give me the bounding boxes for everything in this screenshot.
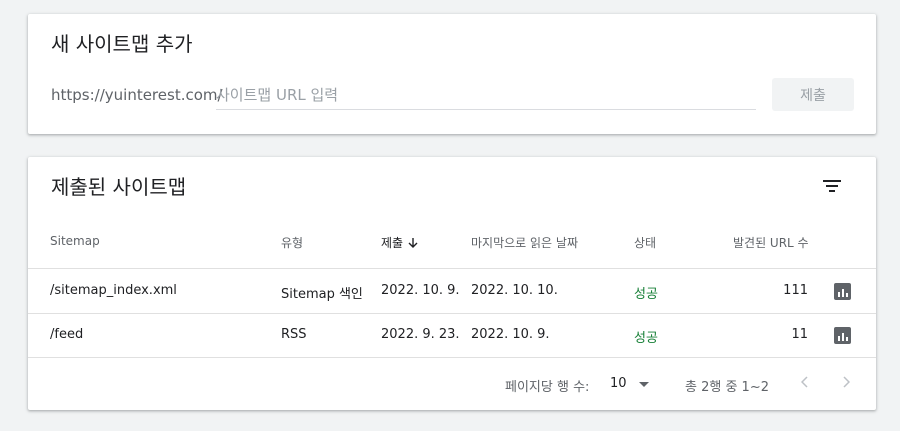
status-badge: 성공: [634, 287, 658, 302]
next-page-button[interactable]: [838, 374, 854, 390]
column-header-discovered[interactable]: 발견된 URL 수: [733, 234, 809, 251]
add-sitemap-title: 새 사이트맵 추가: [51, 32, 193, 56]
divider: [28, 313, 876, 314]
sitemap-url-input[interactable]: [216, 83, 756, 110]
rows-per-page-value: 10: [610, 376, 627, 391]
column-header-last-read[interactable]: 마지막으로 읽은 날짜: [471, 234, 578, 251]
pagination-range: 총 2행 중 1~2: [685, 380, 769, 395]
filter-button[interactable]: [820, 174, 844, 198]
sitemap-type: Sitemap 색인: [281, 287, 363, 302]
url-prefix: https://yuinterest.com/: [51, 86, 223, 104]
sitemap-path: /feed: [50, 327, 84, 342]
chevron-right-icon: [843, 376, 850, 388]
arrow-down-icon: [408, 238, 418, 248]
divider: [28, 357, 876, 358]
column-header-submitted[interactable]: 제출: [381, 234, 419, 251]
add-sitemap-card: 새 사이트맵 추가 https://yuinterest.com/ 제출: [28, 14, 876, 134]
status-badge: 성공: [634, 331, 658, 346]
report-chart-icon[interactable]: [834, 283, 851, 300]
column-header-status[interactable]: 상태: [634, 234, 656, 251]
previous-page-button[interactable]: [797, 374, 813, 390]
report-chart-icon[interactable]: [834, 327, 851, 344]
sitemap-path: /sitemap_index.xml: [50, 283, 177, 298]
submitted-date: 2022. 10. 9.: [381, 283, 460, 298]
discovered-count: 11: [791, 327, 808, 342]
rows-per-page-label: 페이지당 행 수:: [505, 380, 590, 395]
submitted-sitemaps-card: 제출된 사이트맵 Sitemap 유형 제출 마지막으로 읽은 날짜 상태 발견…: [28, 157, 876, 410]
column-header-type[interactable]: 유형: [281, 234, 303, 251]
discovered-count: 111: [783, 283, 808, 298]
chevron-left-icon: [801, 376, 808, 388]
filter-icon: [823, 180, 841, 192]
last-read-date: 2022. 10. 10.: [471, 283, 558, 298]
last-read-date: 2022. 10. 9.: [471, 327, 550, 342]
sitemap-type: RSS: [281, 327, 307, 342]
submitted-sitemaps-title: 제출된 사이트맵: [51, 175, 187, 199]
submitted-date: 2022. 9. 23.: [381, 327, 460, 342]
column-header-submitted-label: 제출: [381, 236, 404, 250]
submit-button[interactable]: 제출: [772, 78, 854, 111]
divider: [28, 268, 876, 269]
column-header-sitemap[interactable]: Sitemap: [50, 234, 100, 248]
chevron-down-icon: [639, 382, 649, 387]
